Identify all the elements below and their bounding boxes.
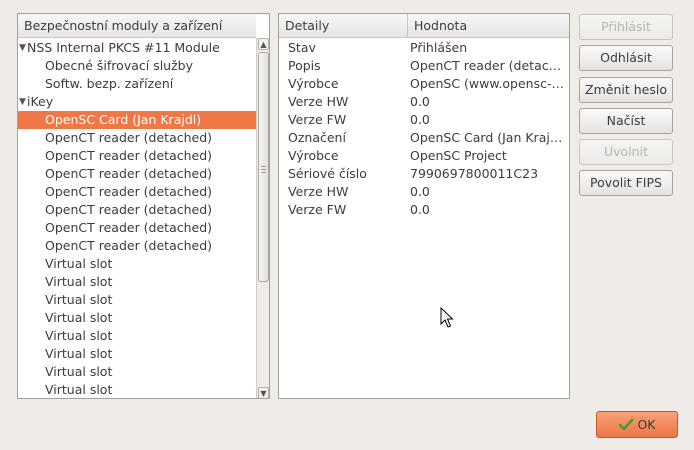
tree-item-label: OpenCT reader (detached): [45, 202, 213, 217]
tree-item-label: OpenCT reader (detached): [45, 130, 213, 145]
grip-line: [261, 169, 266, 170]
tree-item[interactable]: Virtual slot: [18, 363, 256, 381]
column-header-value[interactable]: Hodnota: [408, 14, 569, 38]
expander-icon[interactable]: ▼: [19, 93, 27, 111]
tree-item[interactable]: OpenCT reader (detached): [18, 147, 256, 165]
detail-name: Stav: [288, 40, 316, 55]
grip-line: [261, 166, 266, 167]
detail-value: OpenCT reader (detach…: [410, 58, 566, 73]
detail-value: 0.0: [410, 184, 430, 199]
detail-name: Sériové číslo: [288, 166, 367, 181]
vertical-scrollbar[interactable]: ▲ ▼: [256, 38, 269, 398]
logout-button[interactable]: Odhlásit: [579, 45, 673, 71]
detail-name: Výrobce: [288, 76, 339, 91]
tree-item[interactable]: Virtual slot: [18, 273, 256, 291]
tree-item-label: NSS Internal PKCS #11 Module: [27, 40, 220, 55]
tree-item-label: iKey: [27, 94, 54, 109]
detail-row[interactable]: Sériové číslo 7990697800011C23: [279, 165, 569, 183]
tree-item-label: Virtual slot: [45, 274, 113, 289]
tree-item-label: OpenCT reader (detached): [45, 166, 213, 181]
scroll-up-icon[interactable]: ▲: [258, 38, 269, 50]
unload-button[interactable]: Uvolnit: [579, 139, 673, 165]
tree-item[interactable]: OpenCT reader (detached): [18, 183, 256, 201]
tree-item-label: Virtual slot: [45, 382, 113, 397]
detail-row[interactable]: Popis OpenCT reader (detach…: [279, 57, 569, 75]
tree-item-label: Virtual slot: [45, 310, 113, 325]
detail-row[interactable]: Výrobce OpenSC (www.opensc-…: [279, 75, 569, 93]
detail-row[interactable]: Verze FW 0.0: [279, 111, 569, 129]
detail-row[interactable]: Verze HW 0.0: [279, 183, 569, 201]
tree-item-label: Virtual slot: [45, 328, 113, 343]
scroll-down-icon[interactable]: ▼: [258, 387, 269, 398]
tree-item[interactable]: OpenCT reader (detached): [18, 219, 256, 237]
tree-item[interactable]: OpenCT reader (detached): [18, 129, 256, 147]
column-header-devices[interactable]: Bezpečnostní moduly a zařízení: [18, 14, 256, 38]
tree-item-label: OpenCT reader (detached): [45, 220, 213, 235]
detail-name: Verze FW: [288, 112, 347, 127]
detail-row[interactable]: Stav Přihlášen: [279, 39, 569, 57]
detail-row[interactable]: Výrobce OpenSC Project: [279, 147, 569, 165]
tree-item-label: OpenCT reader (detached): [45, 184, 213, 199]
tree-item[interactable]: Obecné šifrovací služby: [18, 57, 256, 75]
detail-name: Označení: [288, 130, 346, 145]
detail-value: 0.0: [410, 202, 430, 217]
detail-name: Popis: [288, 58, 321, 73]
detail-value: OpenSC Project: [410, 148, 507, 163]
column-header-details[interactable]: Detaily: [279, 14, 408, 38]
change-password-button[interactable]: Změnit heslo: [579, 77, 673, 103]
tree-item-label: Obecné šifrovací služby: [45, 58, 193, 73]
tree-item-label: OpenCT reader (detached): [45, 148, 213, 163]
detail-name: Verze HW: [288, 94, 349, 109]
tree-item-label: Softw. bezp. zařízení: [45, 76, 174, 91]
detail-name: Výrobce: [288, 148, 339, 163]
detail-row[interactable]: Verze HW 0.0: [279, 93, 569, 111]
tree-item[interactable]: Virtual slot: [18, 291, 256, 309]
ok-button[interactable]: OK: [596, 411, 678, 438]
tree-item[interactable]: Virtual slot: [18, 345, 256, 363]
detail-value: 7990697800011C23: [410, 166, 539, 181]
mouse-pointer-icon: [440, 307, 454, 328]
detail-value: OpenSC (www.opensc-…: [410, 76, 564, 91]
tree-item-label: Virtual slot: [45, 256, 113, 271]
detail-row[interactable]: Označení OpenSC Card (Jan Krajdl): [279, 129, 569, 147]
detail-row[interactable]: Verze FW 0.0: [279, 201, 569, 219]
tree-item-label: Virtual slot: [45, 292, 113, 307]
detail-value: 0.0: [410, 112, 430, 127]
tree-item[interactable]: Virtual slot: [18, 381, 256, 398]
enable-fips-button[interactable]: Povolit FIPS: [579, 170, 673, 196]
login-button[interactable]: Přihlásit: [579, 14, 673, 40]
tree-item[interactable]: Softw. bezp. zařízení: [18, 75, 256, 93]
details-table: Detaily Hodnota Stav Přihlášen Popis OpenCT…: [278, 13, 570, 399]
detail-name: Verze HW: [288, 184, 349, 199]
tree-item[interactable]: Virtual slot: [18, 255, 256, 273]
detail-value: Přihlášen: [410, 40, 468, 55]
ok-label: OK: [637, 417, 656, 432]
check-icon: [619, 418, 634, 430]
tree-item-label: OpenSC Card (Jan Krajdl): [45, 112, 202, 127]
tree-item[interactable]: OpenCT reader (detached): [18, 165, 256, 183]
tree-item[interactable]: OpenCT reader (detached): [18, 201, 256, 219]
tree-item[interactable]: Virtual slot: [18, 309, 256, 327]
detail-value: 0.0: [410, 94, 430, 109]
detail-name: Verze FW: [288, 202, 347, 217]
tree-item[interactable]: ▼NSS Internal PKCS #11 Module: [18, 39, 256, 57]
security-devices-tree[interactable]: Bezpečnostní moduly a zařízení ▼NSS Inte…: [17, 13, 270, 399]
tree-item[interactable]: Virtual slot: [18, 327, 256, 345]
grip-line: [261, 172, 266, 173]
load-button[interactable]: Načíst: [579, 108, 673, 134]
tree-item[interactable]: ▼iKey: [18, 93, 256, 111]
tree-item[interactable]: OpenCT reader (detached): [18, 237, 256, 255]
detail-value: OpenSC Card (Jan Krajdl): [410, 130, 566, 145]
tree-item-label: Virtual slot: [45, 346, 113, 361]
tree-item-label: Virtual slot: [45, 364, 113, 379]
scrollbar-thumb[interactable]: [258, 52, 269, 282]
tree-item[interactable]: OpenSC Card (Jan Krajdl): [18, 111, 256, 129]
tree-item-label: OpenCT reader (detached): [45, 238, 213, 253]
expander-icon[interactable]: ▼: [19, 39, 27, 57]
